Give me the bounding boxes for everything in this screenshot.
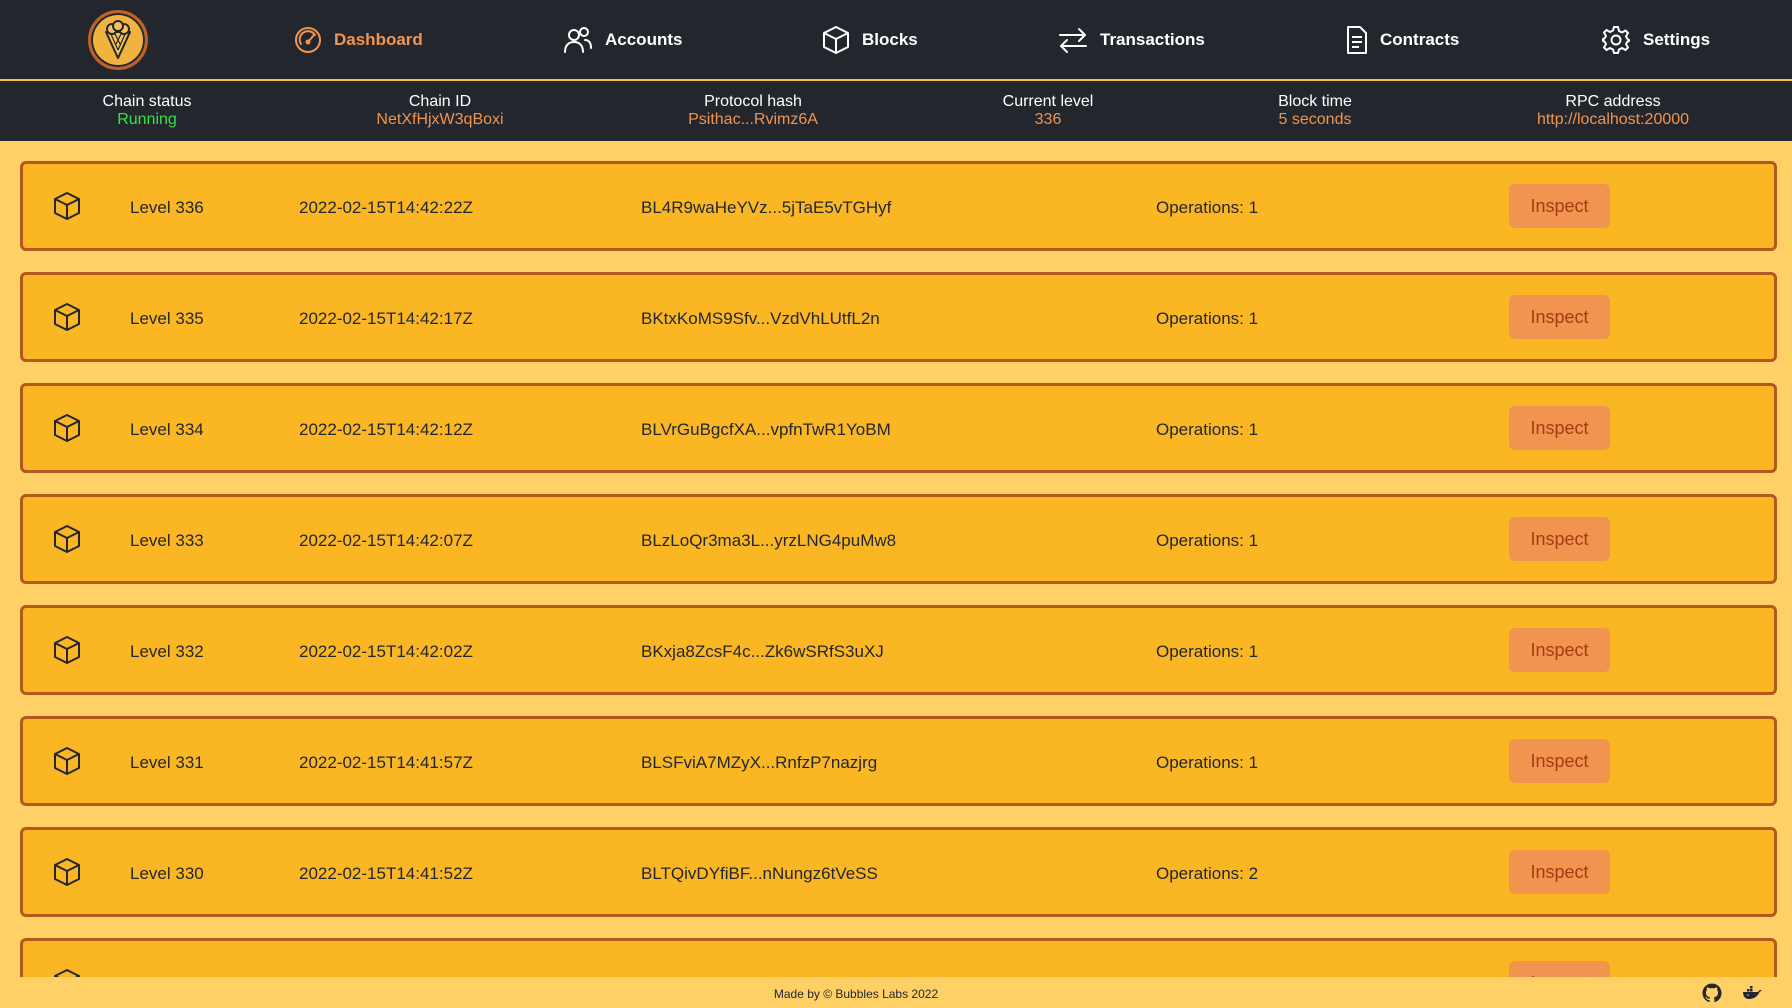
block-operations: Operations: 1: [1156, 642, 1259, 661]
block-row: Level 333 2022-02-15T14:42:07Z BLzLoQr3m…: [20, 494, 1777, 584]
nav-transactions[interactable]: Transactions: [1058, 0, 1205, 79]
users-icon: [564, 26, 592, 53]
block-level: Level 333: [130, 531, 204, 550]
block-level: Level 332: [130, 642, 204, 661]
stat-rpc-address: RPC address http://localhost:20000: [1493, 93, 1733, 129]
nav-accounts-label: Accounts: [605, 29, 683, 49]
nav-settings[interactable]: Settings: [1601, 0, 1710, 79]
inspect-button[interactable]: Inspect: [1509, 628, 1610, 672]
stat-label: Current level: [1002, 93, 1094, 110]
block-hash: BLSFviA7MZyX...RnfzP7nazjrg: [641, 753, 878, 772]
block-timestamp: 2022-02-15T14:42:07Z: [299, 531, 473, 550]
stat-label: Block time: [1278, 93, 1352, 110]
stat-chain-id: Chain ID NetXfHjxW3qBoxi: [320, 93, 560, 129]
github-icon[interactable]: [1702, 983, 1722, 1003]
block-level: Level 334: [130, 420, 204, 439]
block-operations: Operations: 1: [1156, 198, 1259, 217]
block-time-value: 5 seconds: [1278, 111, 1352, 128]
block-hash: BLzLoQr3ma3L...yrzLNG4puMw8: [641, 531, 897, 550]
gauge-icon: [295, 26, 321, 53]
block-hash: BL4R9waHeYVz...5jTaE5vTGHyf: [641, 198, 892, 217]
block-hash: BKtxKoMS9Sfv...VzdVhLUtfL2n: [641, 309, 880, 328]
document-icon: [1347, 25, 1367, 54]
nav-contracts-label: Contracts: [1380, 29, 1460, 49]
block-operations: Operations: 2: [1156, 864, 1259, 883]
nav-dashboard-label: Dashboard: [334, 29, 423, 49]
gear-icon: [1602, 25, 1630, 54]
block-row: Inspect: [20, 938, 1777, 977]
chain-status-bar: Chain status Running Chain ID NetXfHjxW3…: [0, 81, 1792, 141]
stat-block-time: Block time 5 seconds: [1195, 93, 1435, 129]
current-level-value: 336: [1034, 111, 1062, 128]
block-timestamp: 2022-02-15T14:42:12Z: [299, 420, 473, 439]
top-navigation: Dashboard Accounts Blocks Transactions C…: [0, 0, 1792, 81]
block-operations: Operations: 1: [1156, 420, 1259, 439]
stat-chain-status: Chain status Running: [27, 93, 267, 129]
nav-contracts[interactable]: Contracts: [1344, 0, 1459, 79]
block-row: Level 334 2022-02-15T14:42:12Z BLVrGuBgc…: [20, 383, 1777, 473]
inspect-button[interactable]: Inspect: [1509, 850, 1610, 894]
block-row: Level 336 2022-02-15T14:42:22Z BL4R9waHe…: [20, 161, 1777, 251]
stat-label: Protocol hash: [704, 93, 802, 110]
block-operations: Operations: 1: [1156, 309, 1259, 328]
inspect-button[interactable]: Inspect: [1509, 184, 1610, 228]
docker-icon[interactable]: [1742, 984, 1762, 1000]
block-list[interactable]: Level 336 2022-02-15T14:42:22Z BL4R9waHe…: [0, 141, 1792, 977]
block-level: Level 331: [130, 753, 204, 772]
inspect-button[interactable]: Inspect: [1509, 406, 1610, 450]
ice-cream-logo-icon: [105, 20, 131, 59]
block-row: Level 332 2022-02-15T14:42:02Z BKxja8Zcs…: [20, 605, 1777, 695]
block-row: Level 330 2022-02-15T14:41:52Z BLTQivDYf…: [20, 827, 1777, 917]
stat-label: Chain status: [102, 93, 192, 110]
block-timestamp: 2022-02-15T14:42:17Z: [299, 309, 473, 328]
block-row: Level 335 2022-02-15T14:42:17Z BKtxKoMS9…: [20, 272, 1777, 362]
arrows-icon: [1059, 27, 1087, 53]
stat-label: Chain ID: [408, 93, 472, 110]
nav-accounts[interactable]: Accounts: [563, 0, 682, 79]
inspect-button[interactable]: Inspect: [1509, 739, 1610, 783]
app-logo[interactable]: [88, 10, 148, 70]
footer: Made by © Bubbles Labs 2022: [0, 977, 1792, 1008]
block-level: Level 335: [130, 309, 204, 328]
block-timestamp: 2022-02-15T14:41:57Z: [299, 753, 473, 772]
cube-icon: [54, 858, 80, 886]
block-timestamp: 2022-02-15T14:42:22Z: [299, 198, 473, 217]
nav-blocks[interactable]: Blocks: [822, 0, 918, 79]
nav-settings-label: Settings: [1643, 29, 1711, 49]
inspect-button[interactable]: Inspect: [1509, 961, 1610, 977]
nav-blocks-label: Blocks: [862, 29, 918, 49]
cube-icon: [54, 414, 80, 442]
block-operations: Operations: 1: [1156, 531, 1259, 550]
cube-icon: [54, 969, 80, 977]
inspect-button[interactable]: Inspect: [1509, 295, 1610, 339]
cube-icon: [54, 192, 80, 220]
block-hash: BLVrGuBgcfXA...vpfnTwR1YoBM: [641, 420, 891, 439]
block-operations: Operations: 1: [1156, 753, 1259, 772]
block-hash: BKxja8ZcsF4c...Zk6wSRfS3uXJ: [641, 642, 884, 661]
stat-protocol-hash: Protocol hash Psithac...Rvimz6A: [633, 93, 873, 129]
stat-current-level: Current level 336: [928, 93, 1168, 129]
nav-dashboard[interactable]: Dashboard: [294, 0, 423, 79]
block-hash: BLTQivDYfiBF...nNungz6tVeSS: [641, 864, 878, 883]
block-level: Level 330: [130, 864, 204, 883]
cube-icon: [823, 25, 849, 54]
block-timestamp: 2022-02-15T14:42:02Z: [299, 642, 473, 661]
cube-icon: [54, 636, 80, 664]
cube-icon: [54, 303, 80, 331]
inspect-button[interactable]: Inspect: [1509, 517, 1610, 561]
cube-icon: [54, 525, 80, 553]
nav-transactions-label: Transactions: [1100, 29, 1205, 49]
chain-id-value: NetXfHjxW3qBoxi: [376, 111, 504, 128]
footer-credit: Made by © Bubbles Labs 2022: [773, 987, 939, 1001]
stat-label: RPC address: [1565, 93, 1661, 110]
cube-icon: [54, 747, 80, 775]
block-row: Level 331 2022-02-15T14:41:57Z BLSFviA7M…: [20, 716, 1777, 806]
rpc-address-value: http://localhost:20000: [1536, 111, 1690, 128]
block-timestamp: 2022-02-15T14:41:52Z: [299, 864, 473, 883]
block-level: Level 336: [130, 198, 204, 217]
protocol-hash-value: Psithac...Rvimz6A: [688, 111, 818, 128]
chain-status-value: Running: [117, 111, 177, 128]
